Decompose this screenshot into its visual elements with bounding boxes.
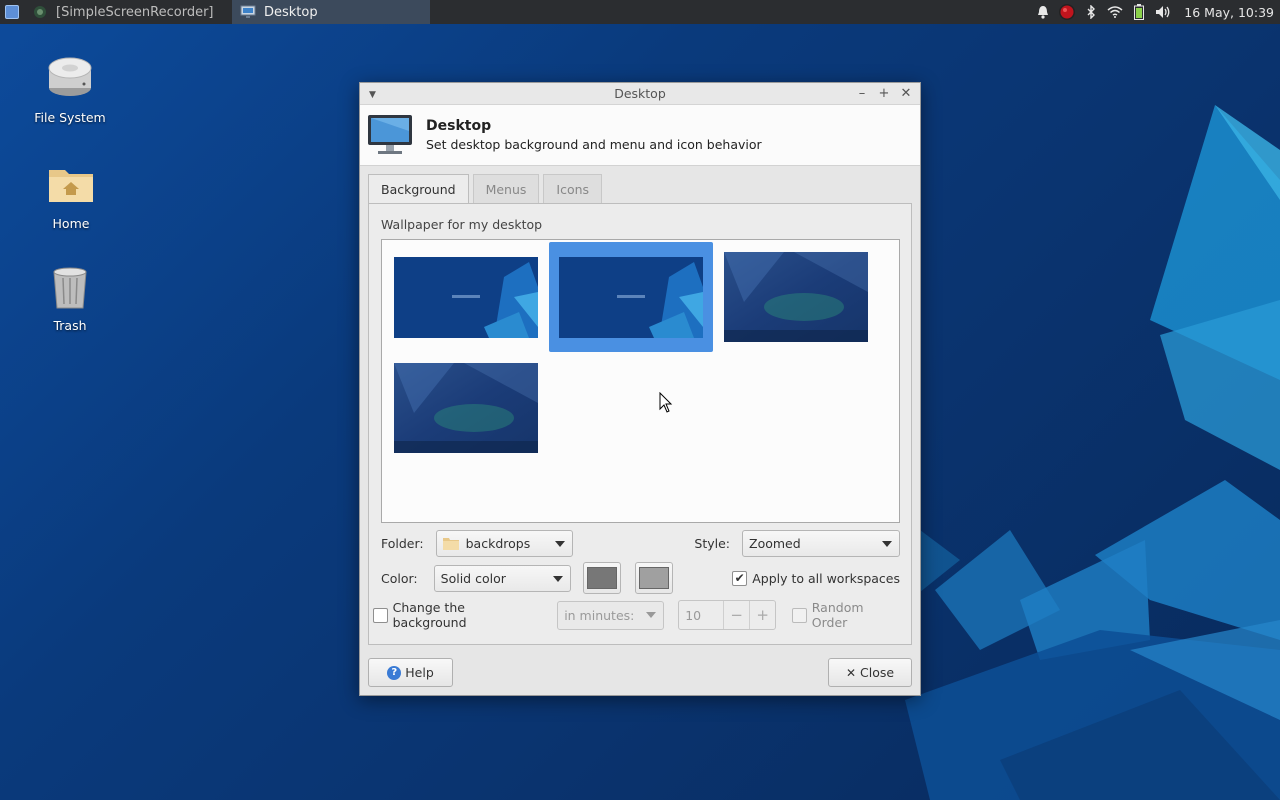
style-combo[interactable]: Zoomed xyxy=(742,530,900,557)
wallpaper-image xyxy=(559,256,703,338)
window-titlebar[interactable]: ▼ Desktop – + ✕ xyxy=(360,83,920,105)
apply-all-checkbox[interactable]: ✔ xyxy=(732,570,748,586)
background-tab-panel: Wallpaper for my desktop Folder: backdro… xyxy=(368,203,912,645)
chevron-down-icon xyxy=(882,541,892,547)
dialog-header: Desktop Set desktop background and menu … xyxy=(360,105,920,166)
color-label: Color: xyxy=(381,570,418,586)
wallpaper-image xyxy=(394,256,538,338)
color-swatch xyxy=(586,567,617,589)
folder-value: backdrops xyxy=(465,536,531,551)
header-subtitle: Set desktop background and menu and icon… xyxy=(426,137,762,152)
clock[interactable]: 16 May, 10:39 xyxy=(1184,5,1274,20)
taskbar-item-simplescreenrecorder[interactable]: [SimpleScreenRecorder] xyxy=(24,0,224,24)
volume-icon[interactable] xyxy=(1154,3,1172,21)
tab-background[interactable]: Background xyxy=(368,174,469,204)
chevron-down-icon xyxy=(554,541,565,547)
style-value: Zoomed xyxy=(749,536,801,551)
wallpaper-thumbnail[interactable] xyxy=(384,353,548,463)
applications-menu-button[interactable] xyxy=(0,0,24,24)
help-icon: ? xyxy=(387,665,402,680)
tab-icons[interactable]: Icons xyxy=(543,174,603,203)
drive-icon xyxy=(48,57,92,96)
notification-bell-icon[interactable] xyxy=(1034,3,1052,21)
secondary-color-button[interactable] xyxy=(634,562,673,594)
desktop-icon-file-system[interactable]: File System xyxy=(20,54,120,125)
tab-bar: Background Menus Icons xyxy=(368,174,606,204)
record-icon[interactable] xyxy=(1058,3,1076,21)
wallpaper-thumbnail[interactable] xyxy=(384,242,548,352)
taskbar-item-label: [SimpleScreenRecorder] xyxy=(56,4,214,20)
tab-menus[interactable]: Menus xyxy=(472,174,540,203)
minimize-icon[interactable]: – xyxy=(854,85,870,101)
maximize-icon[interactable]: + xyxy=(876,85,892,101)
wallpaper-icon-view[interactable] xyxy=(381,239,900,523)
close-icon: ✕ xyxy=(845,665,856,680)
wifi-icon[interactable] xyxy=(1106,3,1124,21)
interval-unit-combo[interactable]: in minutes: xyxy=(557,600,665,630)
desktop-icon-label: File System xyxy=(34,110,106,125)
close-icon[interactable]: ✕ xyxy=(898,85,914,101)
screen-recorder-icon xyxy=(32,4,48,20)
wallpaper-thumbnail-selected[interactable] xyxy=(549,242,713,352)
help-button-label: Help xyxy=(405,665,434,680)
decrement-icon[interactable]: − xyxy=(723,601,749,629)
mouse-cursor-icon xyxy=(659,392,673,413)
increment-icon[interactable]: + xyxy=(749,601,775,629)
system-tray: 16 May, 10:39 xyxy=(1034,0,1280,24)
taskbar-item-label: Desktop xyxy=(264,4,318,20)
window-title: Desktop xyxy=(614,86,666,101)
wallpaper-thumbnail[interactable] xyxy=(714,242,878,352)
color-style-value: Solid color xyxy=(440,570,506,586)
change-background-label: Change the background xyxy=(392,600,467,630)
folder-combo[interactable]: backdrops xyxy=(435,530,573,557)
color-row: Color: Solid color ✔ Apply to all worksp… xyxy=(381,562,900,594)
color-swatch xyxy=(638,567,669,589)
taskbar-item-desktop[interactable]: Desktop xyxy=(232,0,430,24)
whisker-menu-icon xyxy=(5,5,19,19)
monitor-icon xyxy=(240,4,256,20)
trash-icon xyxy=(53,267,87,309)
style-label: Style: xyxy=(694,536,730,551)
random-order-option[interactable]: Random Order xyxy=(792,600,900,630)
color-style-combo[interactable]: Solid color xyxy=(433,564,571,592)
battery-icon[interactable] xyxy=(1130,3,1148,21)
desktop-icon-label: Home xyxy=(52,216,90,231)
close-button[interactable]: ✕ Close xyxy=(828,658,912,687)
folder-label: Folder: xyxy=(381,536,424,551)
desktop-settings-window: ▼ Desktop – + ✕ Desktop Set desktop back… xyxy=(359,82,921,696)
change-background-checkbox[interactable] xyxy=(373,607,388,623)
close-button-label: Close xyxy=(860,665,895,680)
interval-value: 10 xyxy=(685,607,702,623)
interval-unit-value: in minutes: xyxy=(564,607,635,623)
random-order-checkbox[interactable] xyxy=(792,607,807,623)
chevron-down-icon xyxy=(646,611,657,618)
apply-all-workspaces-option[interactable]: ✔ Apply to all workspaces xyxy=(732,570,900,586)
header-title: Desktop xyxy=(426,118,492,134)
apply-all-label: Apply to all workspaces xyxy=(752,570,900,586)
slideshow-row: Change the background in minutes: 10 − +… xyxy=(373,600,900,630)
top-panel: [SimpleScreenRecorder] Desktop 16 May, 1… xyxy=(0,0,1280,24)
wallpaper-image xyxy=(724,252,868,342)
wallpaper-label: Wallpaper for my desktop xyxy=(381,217,543,232)
desktop-icon-label: Trash xyxy=(53,318,87,333)
folder-style-row: Folder: backdrops Style: Zoomed xyxy=(381,530,900,557)
bluetooth-icon[interactable] xyxy=(1082,3,1100,21)
help-button[interactable]: ? Help xyxy=(368,658,453,687)
interval-spinbutton[interactable]: 10 − + xyxy=(678,600,777,630)
chevron-down-icon xyxy=(552,575,563,582)
home-folder-icon xyxy=(49,170,93,202)
desktop-monitor-icon xyxy=(368,115,412,154)
wallpaper-image xyxy=(394,363,538,453)
primary-color-button[interactable] xyxy=(582,562,621,594)
random-order-label: Random Order xyxy=(811,600,864,630)
folder-icon xyxy=(442,538,459,550)
desktop-icon-trash[interactable]: Trash xyxy=(20,262,120,333)
desktop-icon-home[interactable]: Home xyxy=(21,160,121,231)
